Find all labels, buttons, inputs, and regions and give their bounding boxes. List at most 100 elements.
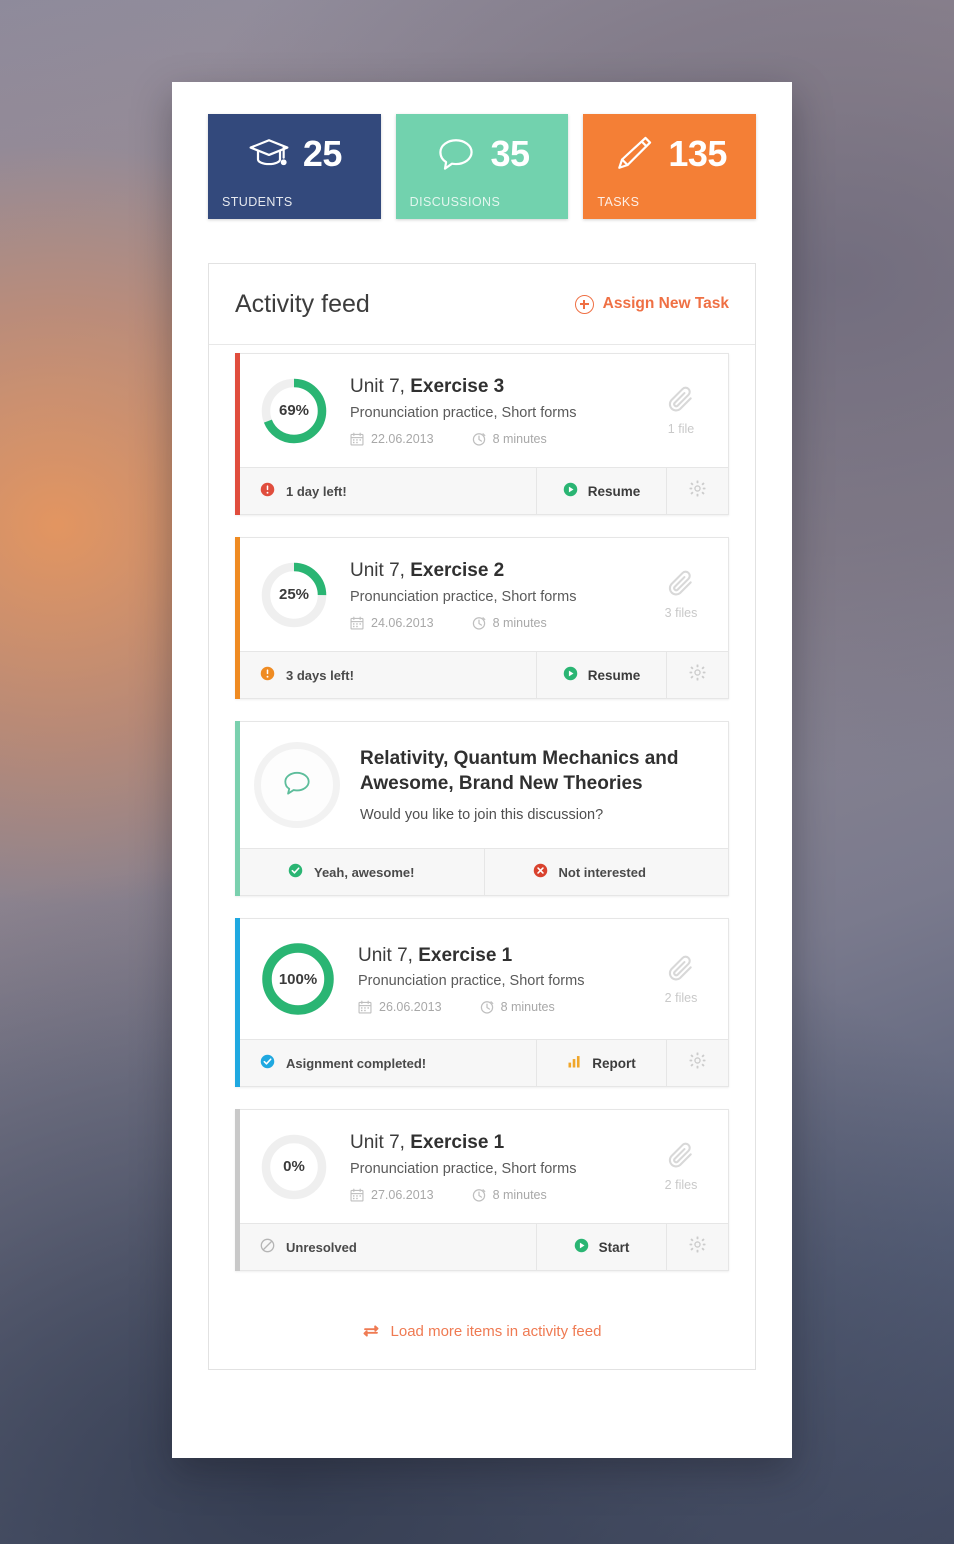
- status-badge: 1 day left!: [240, 468, 536, 514]
- card-action-label: Start: [598, 1239, 630, 1255]
- status-badge: Asignment completed!: [240, 1040, 536, 1086]
- task-meta: 22.06.2013 8 minutes: [350, 432, 634, 446]
- card-footer: 1 day left! Resume: [240, 467, 729, 515]
- discussion-subtitle: Would you like to join this discussion?: [360, 806, 604, 823]
- task-date: 24.06.2013: [350, 616, 434, 630]
- attachments-label: 2 files: [664, 1178, 698, 1192]
- task-text: Unit 7, Exercise 2 Pronunciation practic…: [330, 559, 634, 629]
- clock-icon: [472, 616, 486, 630]
- task-meta: 27.06.2013 8 minutes: [350, 1188, 634, 1202]
- task-title-strong: Exercise 3: [410, 376, 505, 398]
- activity-feed-list: 69% Unit 7, Exercise 3 Pronunciation pra…: [209, 345, 755, 1271]
- card-action-label: Resume: [587, 483, 641, 499]
- refresh-icon: [363, 1323, 379, 1339]
- task-duration: 8 minutes: [472, 1188, 547, 1202]
- task-duration-label: 8 minutes: [492, 615, 547, 630]
- assign-new-task-button[interactable]: Assign New Task: [574, 294, 729, 314]
- play-circle-icon: [574, 1238, 589, 1256]
- card-settings-button[interactable]: [666, 1224, 728, 1270]
- paperclip-icon: [666, 954, 696, 984]
- card-footer: Asignment completed! Report: [240, 1039, 729, 1087]
- stat-tile-tasks-top: 135: [597, 128, 742, 180]
- task-date-label: 22.06.2013: [371, 431, 434, 446]
- task-card: 25% Unit 7, Exercise 2 Pronunciation pra…: [235, 537, 729, 699]
- check-circle-icon: [288, 863, 303, 881]
- attachments-label: 3 files: [664, 606, 698, 620]
- attachments-label: 1 file: [667, 422, 695, 436]
- task-duration: 8 minutes: [472, 616, 547, 630]
- discussion-title: Relativity, Quantum Mechanics and Awesom…: [360, 748, 679, 794]
- task-title: Unit 7, Exercise 1: [358, 944, 634, 967]
- progress-ring-label: 25%: [278, 586, 310, 603]
- card-settings-button[interactable]: [666, 1040, 728, 1086]
- attachments-label: 2 files: [664, 990, 698, 1005]
- assign-new-task-label: Assign New Task: [602, 295, 729, 312]
- card-content: 25% Unit 7, Exercise 2 Pronunciation pra…: [240, 537, 729, 651]
- discussion-avatar: [254, 742, 340, 828]
- stat-tile-students[interactable]: 25 STUDENTS: [208, 114, 381, 219]
- x-circle-icon: [533, 863, 548, 881]
- activity-feed: Activity feed Assign New Task 69% Unit 7…: [208, 263, 756, 1370]
- play-circle-icon: [563, 482, 578, 500]
- status-badge: Unresolved: [240, 1224, 536, 1270]
- attachments[interactable]: 3 files: [634, 569, 728, 620]
- card-action-label: Resume: [587, 667, 641, 683]
- progress-ring-label: 100%: [278, 970, 318, 988]
- activity-feed-header: Activity feed Assign New Task: [209, 264, 755, 345]
- task-title-prefix: Unit 7,: [350, 560, 411, 582]
- progress-ring: 69%: [258, 375, 330, 447]
- task-subtitle: Pronunciation practice, Short forms: [358, 973, 585, 990]
- card-settings-button[interactable]: [666, 652, 728, 698]
- discussion-decline-button[interactable]: Not interested: [483, 849, 729, 895]
- clock-icon: [472, 432, 486, 446]
- card-action-button[interactable]: Report: [536, 1040, 666, 1086]
- task-subtitle: Pronunciation practice, Short forms: [350, 1160, 577, 1177]
- gear-icon: [689, 480, 706, 502]
- card-content: Relativity, Quantum Mechanics and Awesom…: [240, 721, 729, 848]
- alert-circle-icon: [260, 482, 275, 500]
- page-title: Activity feed: [235, 289, 370, 318]
- task-duration: 8 minutes: [472, 432, 547, 446]
- calendar-icon: [350, 616, 364, 630]
- card-action-label: Report: [592, 1055, 636, 1071]
- plus-circle-icon: [574, 294, 594, 314]
- task-duration-label: 8 minutes: [492, 1187, 547, 1202]
- load-more-label: Load more items in activity feed: [390, 1322, 602, 1340]
- discussion-card: Relativity, Quantum Mechanics and Awesom…: [235, 721, 729, 896]
- task-duration-label: 8 minutes: [492, 431, 547, 446]
- task-title: Unit 7, Exercise 3: [350, 375, 634, 398]
- card-action-button[interactable]: Resume: [536, 652, 666, 698]
- gear-icon: [689, 1052, 706, 1074]
- stat-tile-discussions[interactable]: 35 DISCUSSIONS: [395, 114, 569, 219]
- check-circle-icon: [260, 1054, 275, 1072]
- paperclip-icon: [666, 1141, 696, 1171]
- attachments[interactable]: 1 file: [634, 385, 728, 436]
- task-text: Unit 7, Exercise 1 Pronunciation practic…: [338, 944, 634, 1014]
- status-label: 1 day left!: [286, 483, 347, 499]
- stat-tile-tasks[interactable]: 135 TASKS: [583, 114, 757, 219]
- task-title-strong: Exercise 1: [410, 1132, 505, 1154]
- progress-ring-label: 69%: [278, 402, 310, 419]
- discussion-accept-button[interactable]: Yeah, awesome!: [240, 849, 484, 895]
- gear-icon: [689, 664, 706, 686]
- task-subtitle: Pronunciation practice, Short forms: [350, 404, 577, 421]
- task-title: Unit 7, Exercise 1: [350, 1131, 634, 1154]
- card-action-button[interactable]: Start: [536, 1224, 666, 1270]
- clock-icon: [480, 1000, 494, 1014]
- task-date-label: 26.06.2013: [379, 1000, 442, 1015]
- attachments[interactable]: 2 files: [634, 954, 728, 1005]
- task-date-label: 24.06.2013: [371, 615, 434, 630]
- task-title-prefix: Unit 7,: [358, 944, 419, 966]
- stat-tile-discussions-top: 35: [410, 128, 555, 180]
- load-more-button[interactable]: Load more items in activity feed: [209, 1293, 755, 1369]
- card-main: 69% Unit 7, Exercise 3 Pronunciation pra…: [240, 353, 729, 515]
- task-title-prefix: Unit 7,: [350, 1132, 411, 1154]
- task-title-prefix: Unit 7,: [350, 376, 411, 398]
- card-main: 0% Unit 7, Exercise 1 Pronunciation prac…: [240, 1109, 729, 1271]
- attachments[interactable]: 2 files: [634, 1141, 728, 1192]
- card-settings-button[interactable]: [666, 468, 728, 514]
- calendar-icon: [350, 432, 364, 446]
- dashboard-panel: 25 STUDENTS 35 DISCUSSIONS 135 TASKS Act…: [172, 82, 792, 1458]
- card-action-button[interactable]: Resume: [536, 468, 666, 514]
- stats-row: 25 STUDENTS 35 DISCUSSIONS 135 TASKS: [172, 82, 792, 219]
